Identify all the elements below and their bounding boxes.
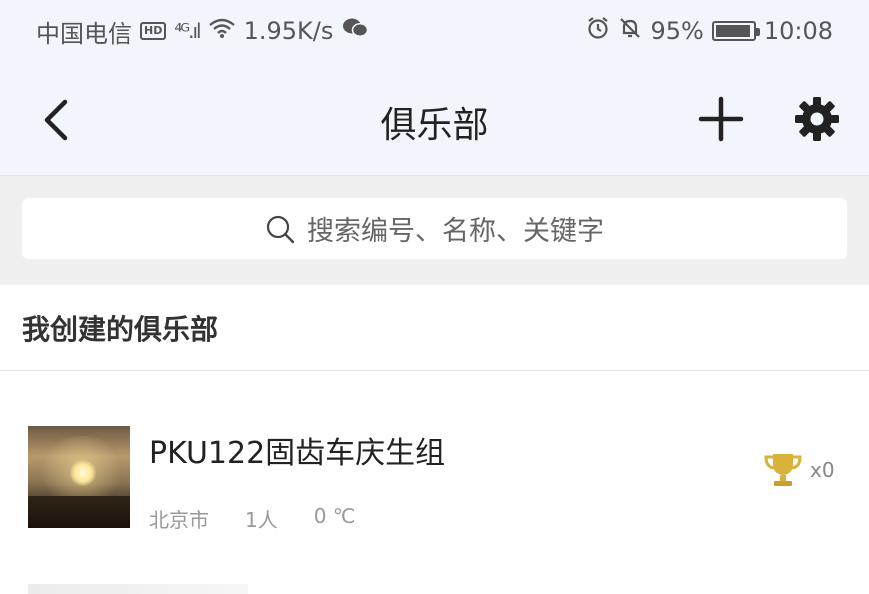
section-header: 我创建的俱乐部 (0, 285, 869, 371)
gear-icon (795, 97, 839, 141)
plus-icon (698, 96, 744, 142)
mute-bell-icon (618, 16, 642, 46)
avatar-ground (28, 496, 130, 528)
add-club-button[interactable] (694, 92, 748, 146)
battery-percent: 95% (650, 17, 704, 45)
wechat-icon (341, 17, 369, 45)
status-bar: 中国电信 HD ⁴ᴳ.ıl 1.95K/s 95% 10:08 (0, 0, 869, 62)
hd-icon: HD (140, 22, 167, 40)
club-list-item[interactable]: PKU122固齿车庆生组 北京市 1人 0 ℃ x0 (0, 372, 869, 572)
network-speed: 1.95K/s (243, 17, 334, 45)
club-temperature: 0 ℃ (313, 504, 356, 528)
club-city: 北京市 (149, 508, 209, 532)
battery-icon (711, 21, 760, 41)
club-meta: 北京市 1人 0 ℃ (149, 504, 355, 533)
club-avatar (28, 426, 130, 528)
wifi-icon (208, 17, 236, 45)
status-right: 95% 10:08 (586, 16, 833, 46)
status-left: 中国电信 HD ⁴ᴳ.ıl 1.95K/s (36, 14, 369, 49)
signal-icon: ⁴ᴳ.ıl (174, 19, 201, 43)
trophy-badge: x0 (762, 450, 835, 490)
carrier-label: 中国电信 (36, 19, 132, 48)
trophy-count: x0 (810, 458, 835, 482)
clock-time: 10:08 (763, 17, 833, 45)
search-placeholder: 搜索编号、名称、关键字 (307, 216, 604, 247)
alarm-icon (586, 16, 610, 46)
trophy-icon (764, 454, 802, 486)
next-list-item-partial (28, 584, 248, 594)
avatar-sun (70, 460, 96, 486)
nav-bar: 俱乐部 (0, 62, 869, 175)
header-area: 中国电信 HD ⁴ᴳ.ıl 1.95K/s 95% 10:08 俱乐部 (0, 0, 869, 175)
club-members: 1人 (245, 508, 278, 532)
search-section: 搜索编号、名称、关键字 (0, 175, 869, 285)
settings-button[interactable] (790, 92, 844, 146)
search-icon (266, 215, 295, 243)
search-input[interactable]: 搜索编号、名称、关键字 (22, 198, 847, 259)
club-name: PKU122固齿车庆生组 (149, 436, 446, 471)
section-title: 我创建的俱乐部 (22, 312, 219, 346)
